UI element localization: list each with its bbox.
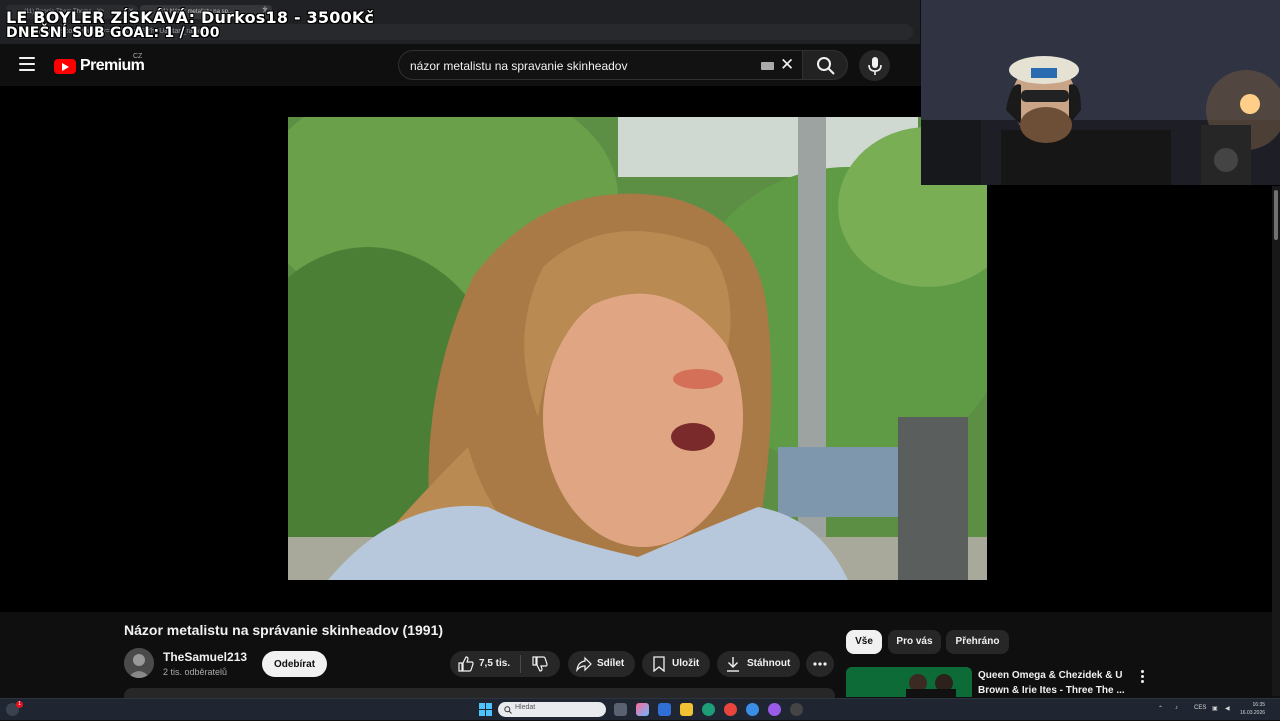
- microphone-icon: [868, 57, 882, 75]
- download-label: Stáhnout: [747, 658, 791, 669]
- streamer-webcam: [921, 0, 1280, 185]
- avatar-image: [124, 648, 154, 678]
- obs-icon[interactable]: [790, 703, 803, 716]
- webcam-image: [921, 0, 1280, 185]
- clock-date: 16.03.2026: [1240, 710, 1266, 716]
- store-icon[interactable]: [658, 703, 671, 716]
- thumbs-up-icon: [458, 656, 474, 672]
- more-horizontal-icon: [813, 662, 827, 666]
- share-icon: [576, 656, 592, 672]
- windows-taskbar: 1 Hledat ⌃ ♪ CES ▣ ◀ 16:35 16.03.2026: [0, 698, 1280, 720]
- subscribe-button[interactable]: Odebírat: [262, 651, 327, 677]
- stream-overlay-sub-goal: DNEŠNÍ SUB GOAL: 1 / 100: [6, 25, 220, 41]
- like-count: 7,5 tis.: [479, 658, 511, 669]
- download-icon: [727, 657, 739, 672]
- search-input-value: názor metalistu na spravanie skinheadov: [410, 59, 628, 73]
- page-scrollbar-track[interactable]: [1272, 186, 1280, 696]
- bookmark-icon: [653, 656, 665, 672]
- dislike-button[interactable]: [521, 651, 560, 677]
- search-button[interactable]: [802, 50, 848, 80]
- thumbnail-image: [846, 667, 972, 697]
- app-icon[interactable]: [746, 703, 759, 716]
- youtube-premium-logo[interactable]: Premium: [54, 56, 145, 76]
- save-button[interactable]: Uložit: [642, 651, 710, 677]
- channel-name[interactable]: TheSamuel213: [163, 650, 247, 664]
- search-input[interactable]: názor metalistu na spravanie skinheadov …: [398, 50, 802, 80]
- page-scrollbar-thumb[interactable]: [1274, 190, 1278, 240]
- clock-time: 16:35: [1252, 702, 1266, 708]
- chip-all[interactable]: Vše: [846, 630, 882, 654]
- windows-start-icon[interactable]: [479, 703, 492, 716]
- more-actions-button[interactable]: [806, 651, 834, 677]
- subscriber-count: 2 tis. odběratelů: [163, 667, 228, 677]
- chip-watched[interactable]: Přehráno: [946, 630, 1009, 654]
- chip-for-you[interactable]: Pro vás: [888, 630, 941, 654]
- share-label: Sdílet: [597, 658, 625, 669]
- wifi-icon[interactable]: ▣: [1212, 705, 1218, 712]
- chrome-browser-icon[interactable]: [724, 703, 737, 716]
- description-box[interactable]: [124, 688, 835, 698]
- like-button[interactable]: 7,5 tis.: [450, 651, 520, 677]
- keyboard-icon[interactable]: [761, 62, 774, 70]
- save-label: Uložit: [672, 658, 700, 669]
- discord-icon[interactable]: [768, 703, 781, 716]
- search-icon: [504, 706, 512, 714]
- file-explorer-icon[interactable]: [680, 703, 693, 716]
- search-icon: [817, 57, 835, 75]
- taskbar-search-placeholder: Hledat: [515, 704, 536, 711]
- task-view-icon[interactable]: [614, 703, 627, 716]
- youtube-play-icon: [54, 58, 76, 74]
- volume-icon[interactable]: ◀: [1225, 705, 1230, 712]
- menu-icon[interactable]: [19, 57, 35, 71]
- country-code: CZ: [133, 53, 143, 60]
- language-indicator[interactable]: CES: [1194, 705, 1206, 711]
- clear-search-icon[interactable]: ✕: [780, 55, 794, 75]
- like-dislike-group: 7,5 tis.: [450, 651, 560, 677]
- copilot-icon[interactable]: [636, 703, 649, 716]
- recommended-video-thumbnail[interactable]: [846, 667, 972, 697]
- download-button[interactable]: Stáhnout: [717, 651, 800, 677]
- video-frame[interactable]: [288, 117, 987, 580]
- recommended-title-line-2: Brown & Irie Ites - Three The ...: [978, 685, 1125, 696]
- voice-search-button[interactable]: [859, 50, 890, 81]
- taskbar-search-input[interactable]: Hledat: [498, 702, 606, 717]
- recommended-video-title[interactable]: Queen Omega & Chezidek & U Brown & Irie …: [978, 668, 1128, 698]
- notification-badge: 1: [16, 701, 23, 708]
- video-title: Názor metalistu na správanie skinheadov …: [124, 622, 444, 638]
- tray-chevron-icon[interactable]: ⌃: [1158, 705, 1163, 712]
- recommended-title-line-1: Queen Omega & Chezidek & U: [978, 670, 1123, 681]
- youtube-header: Premium CZ názor metalistu na spravanie …: [0, 44, 920, 86]
- channel-avatar[interactable]: [124, 648, 154, 678]
- thumbs-down-icon: [532, 656, 548, 672]
- more-vertical-icon[interactable]: [1135, 670, 1149, 686]
- share-button[interactable]: Sdílet: [568, 651, 635, 677]
- taskbar-clock[interactable]: 16:35 16.03.2026: [1240, 701, 1265, 717]
- edge-browser-icon[interactable]: [702, 703, 715, 716]
- video-still-image: [288, 117, 987, 580]
- tray-network-icon[interactable]: ♪: [1175, 705, 1178, 711]
